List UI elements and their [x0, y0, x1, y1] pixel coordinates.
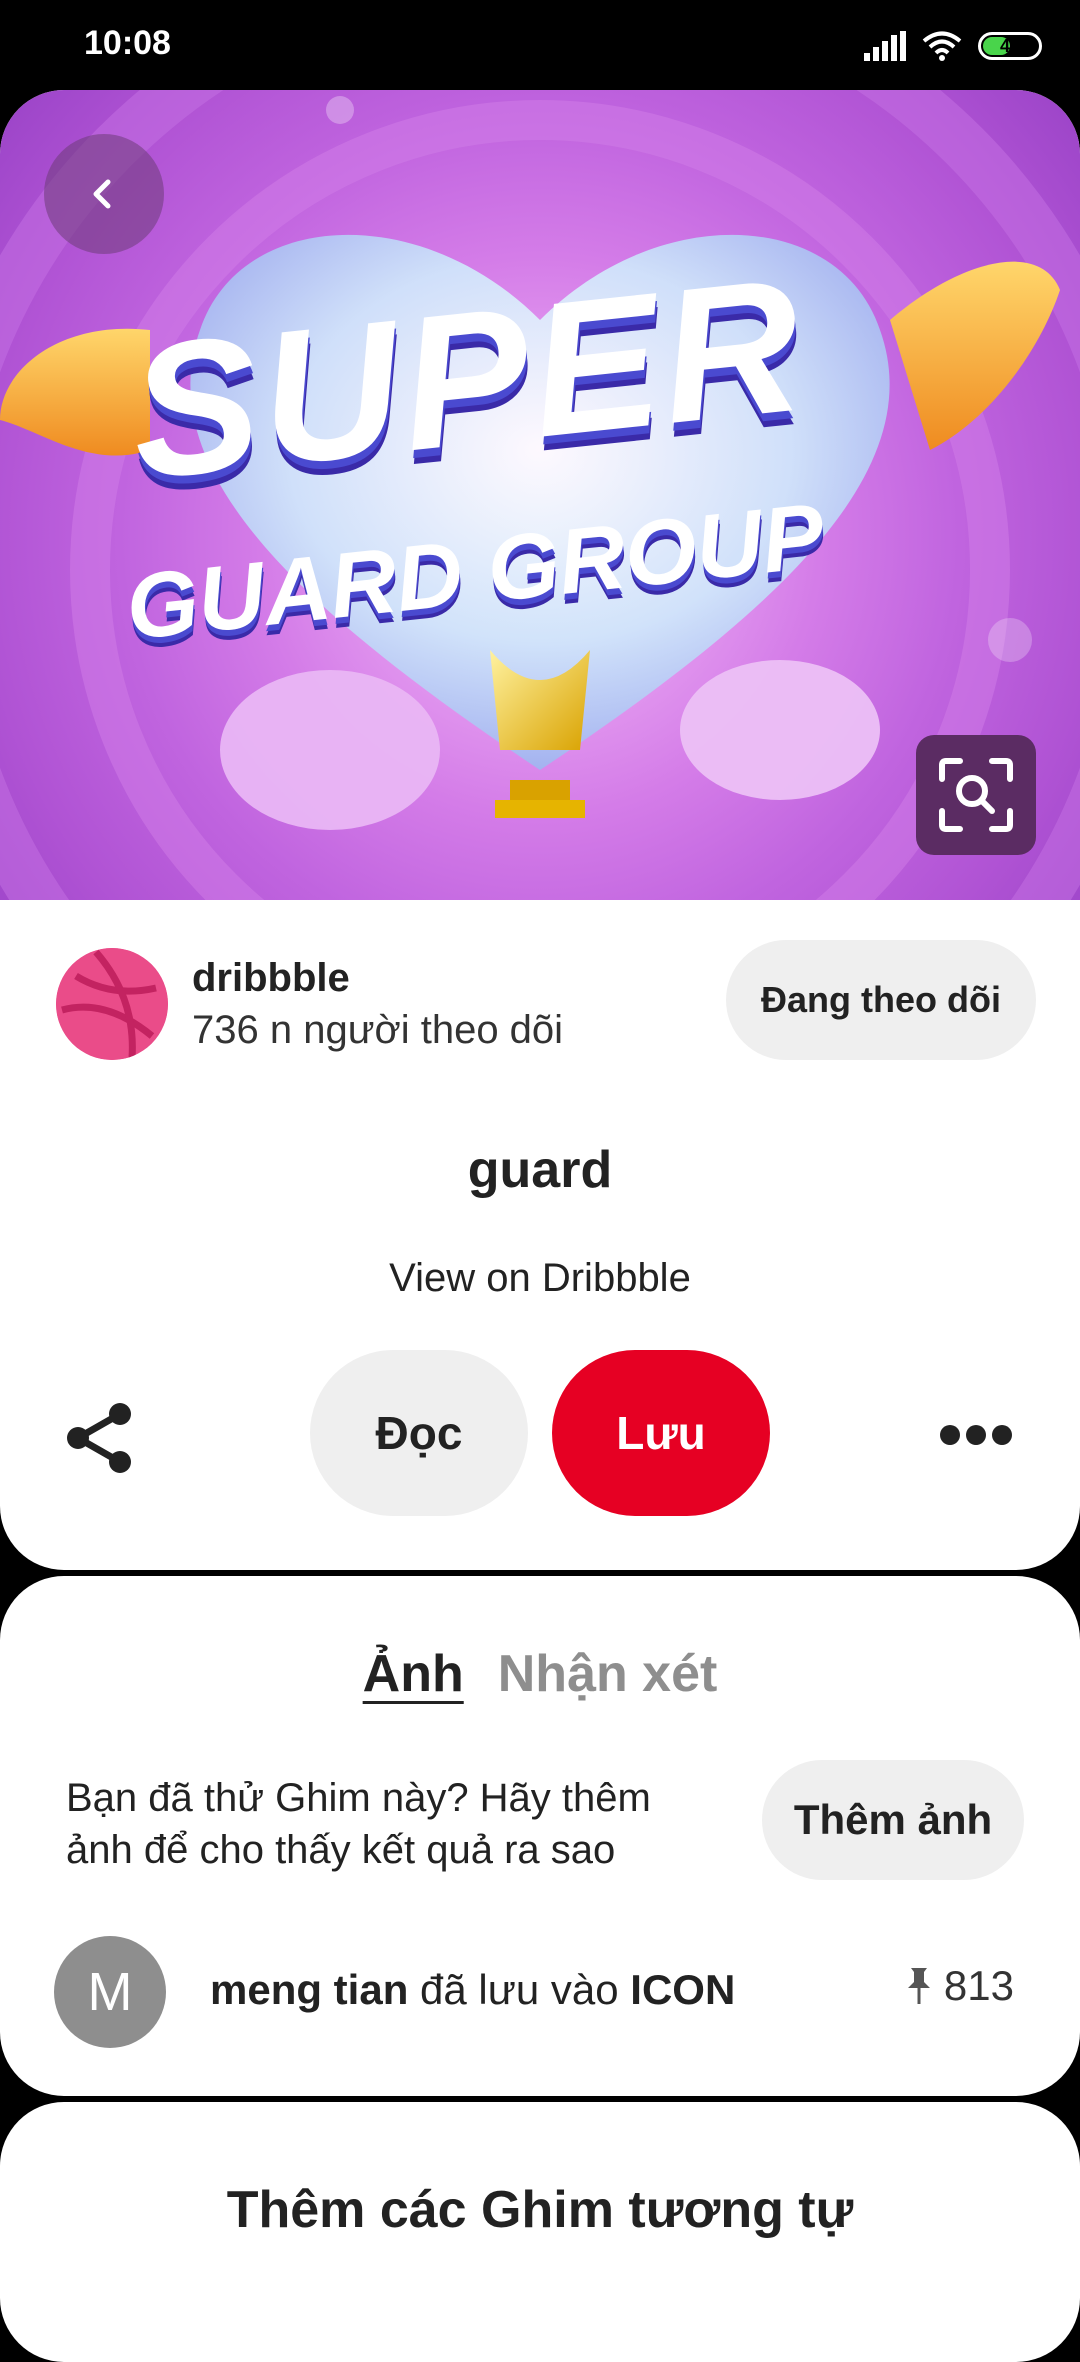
- save-button[interactable]: Lưu: [552, 1350, 770, 1516]
- photos-comments-card: Ảnh Nhận xét Bạn đã thử Ghim này? Hãy th…: [0, 1576, 1080, 2096]
- status-bar: 10:08 49: [0, 0, 1080, 90]
- pin-detail-card: SUPER GUARD GROUP dribbble 736 n người t…: [0, 90, 1080, 1570]
- pin-title: guard: [467, 1141, 613, 1199]
- battery-icon: 49: [978, 32, 1042, 60]
- pin-count-value: 813: [943, 1962, 1014, 2009]
- activity-verb: đã lưu vào: [420, 1966, 619, 2013]
- status-time: 10:08: [84, 24, 171, 62]
- more-icon[interactable]: [940, 1420, 1012, 1450]
- creator-followers: 736 n người theo dõi: [192, 1008, 564, 1052]
- source-link[interactable]: View on Dribbble: [0, 1256, 1080, 1301]
- share-icon[interactable]: [60, 1398, 140, 1478]
- status-icons: 49: [864, 26, 1042, 66]
- activity-user[interactable]: meng tian: [210, 1966, 408, 2013]
- back-button[interactable]: [44, 134, 164, 254]
- tried-prompt: Bạn đã thử Ghim này? Hãy thêm ảnh để cho…: [66, 1776, 651, 1872]
- creator-name[interactable]: dribbble: [192, 956, 350, 1001]
- visual-search-button[interactable]: [916, 735, 1036, 855]
- signal-icon: [864, 31, 906, 61]
- creator-avatar[interactable]: [56, 948, 168, 1060]
- tab-photos[interactable]: Ảnh: [363, 1644, 464, 1704]
- more-ideas-title: Thêm các Ghim tương tự: [226, 2181, 854, 2239]
- tab-bar: Ảnh Nhận xét: [0, 1644, 1080, 1704]
- creator-row: dribbble 736 n người theo dõi Đang theo …: [0, 940, 1080, 1070]
- read-button[interactable]: Đọc: [310, 1350, 528, 1516]
- back-icon: [93, 179, 111, 209]
- battery-percent: 49: [999, 35, 1021, 56]
- action-bar: Đọc Lưu: [0, 1350, 1080, 1520]
- add-photo-button[interactable]: Thêm ảnh: [762, 1760, 1024, 1880]
- more-ideas-card: Thêm các Ghim tương tự: [0, 2102, 1080, 2362]
- pin-image[interactable]: SUPER GUARD GROUP: [0, 90, 1080, 900]
- pin-icon: [907, 1968, 930, 2004]
- following-button[interactable]: Đang theo dõi: [726, 940, 1036, 1060]
- visual-search-icon: [939, 758, 1013, 832]
- user-avatar[interactable]: M: [54, 1936, 166, 2048]
- activity-board[interactable]: ICON: [630, 1966, 735, 2013]
- tab-comments[interactable]: Nhận xét: [498, 1644, 718, 1704]
- save-activity-row[interactable]: M meng tian đã lưu vào ICON 813: [0, 1936, 1080, 2056]
- dribbble-logo-icon: [56, 948, 168, 1060]
- activity-text: meng tian đã lưu vào ICON: [210, 1966, 735, 2014]
- pin-count: 813: [906, 1962, 1014, 2010]
- wifi-icon: [922, 31, 962, 61]
